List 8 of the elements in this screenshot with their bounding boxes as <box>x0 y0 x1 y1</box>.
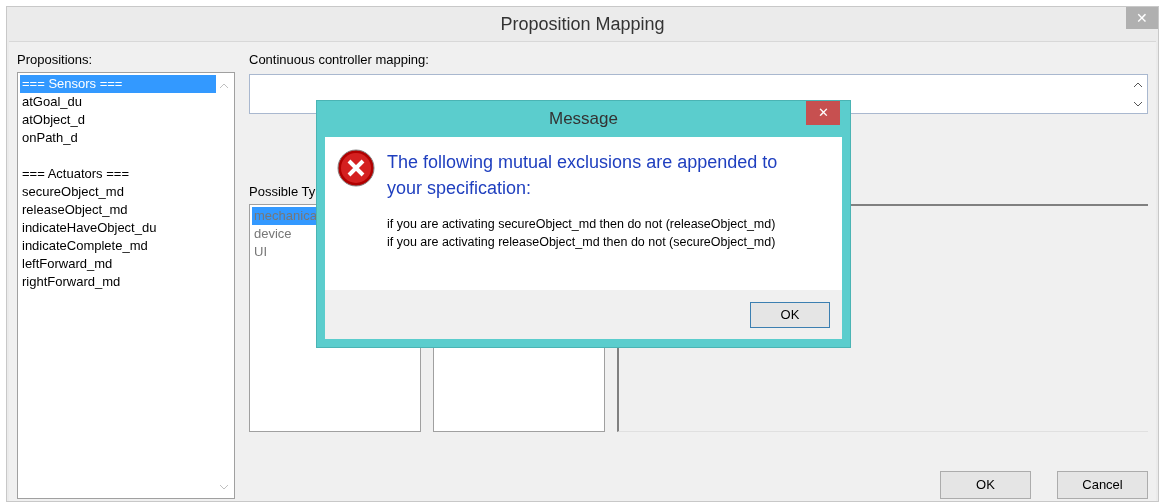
message-text: if you are activating releaseObject_md then do not (secureObject_md) <box>387 234 777 251</box>
propositions-label: Propositions: <box>17 51 94 69</box>
window-title: Proposition Mapping <box>500 12 665 36</box>
message-text: if you are activating secureObject_md then do not (releaseObject_md) <box>387 216 777 233</box>
types-label: Possible Ty <box>249 183 316 201</box>
message-heading: The following mutual exclusions are appended to your specification: <box>387 151 779 200</box>
message-title: Message <box>549 108 618 131</box>
mapping-label: Continuous controller mapping: <box>249 51 430 69</box>
